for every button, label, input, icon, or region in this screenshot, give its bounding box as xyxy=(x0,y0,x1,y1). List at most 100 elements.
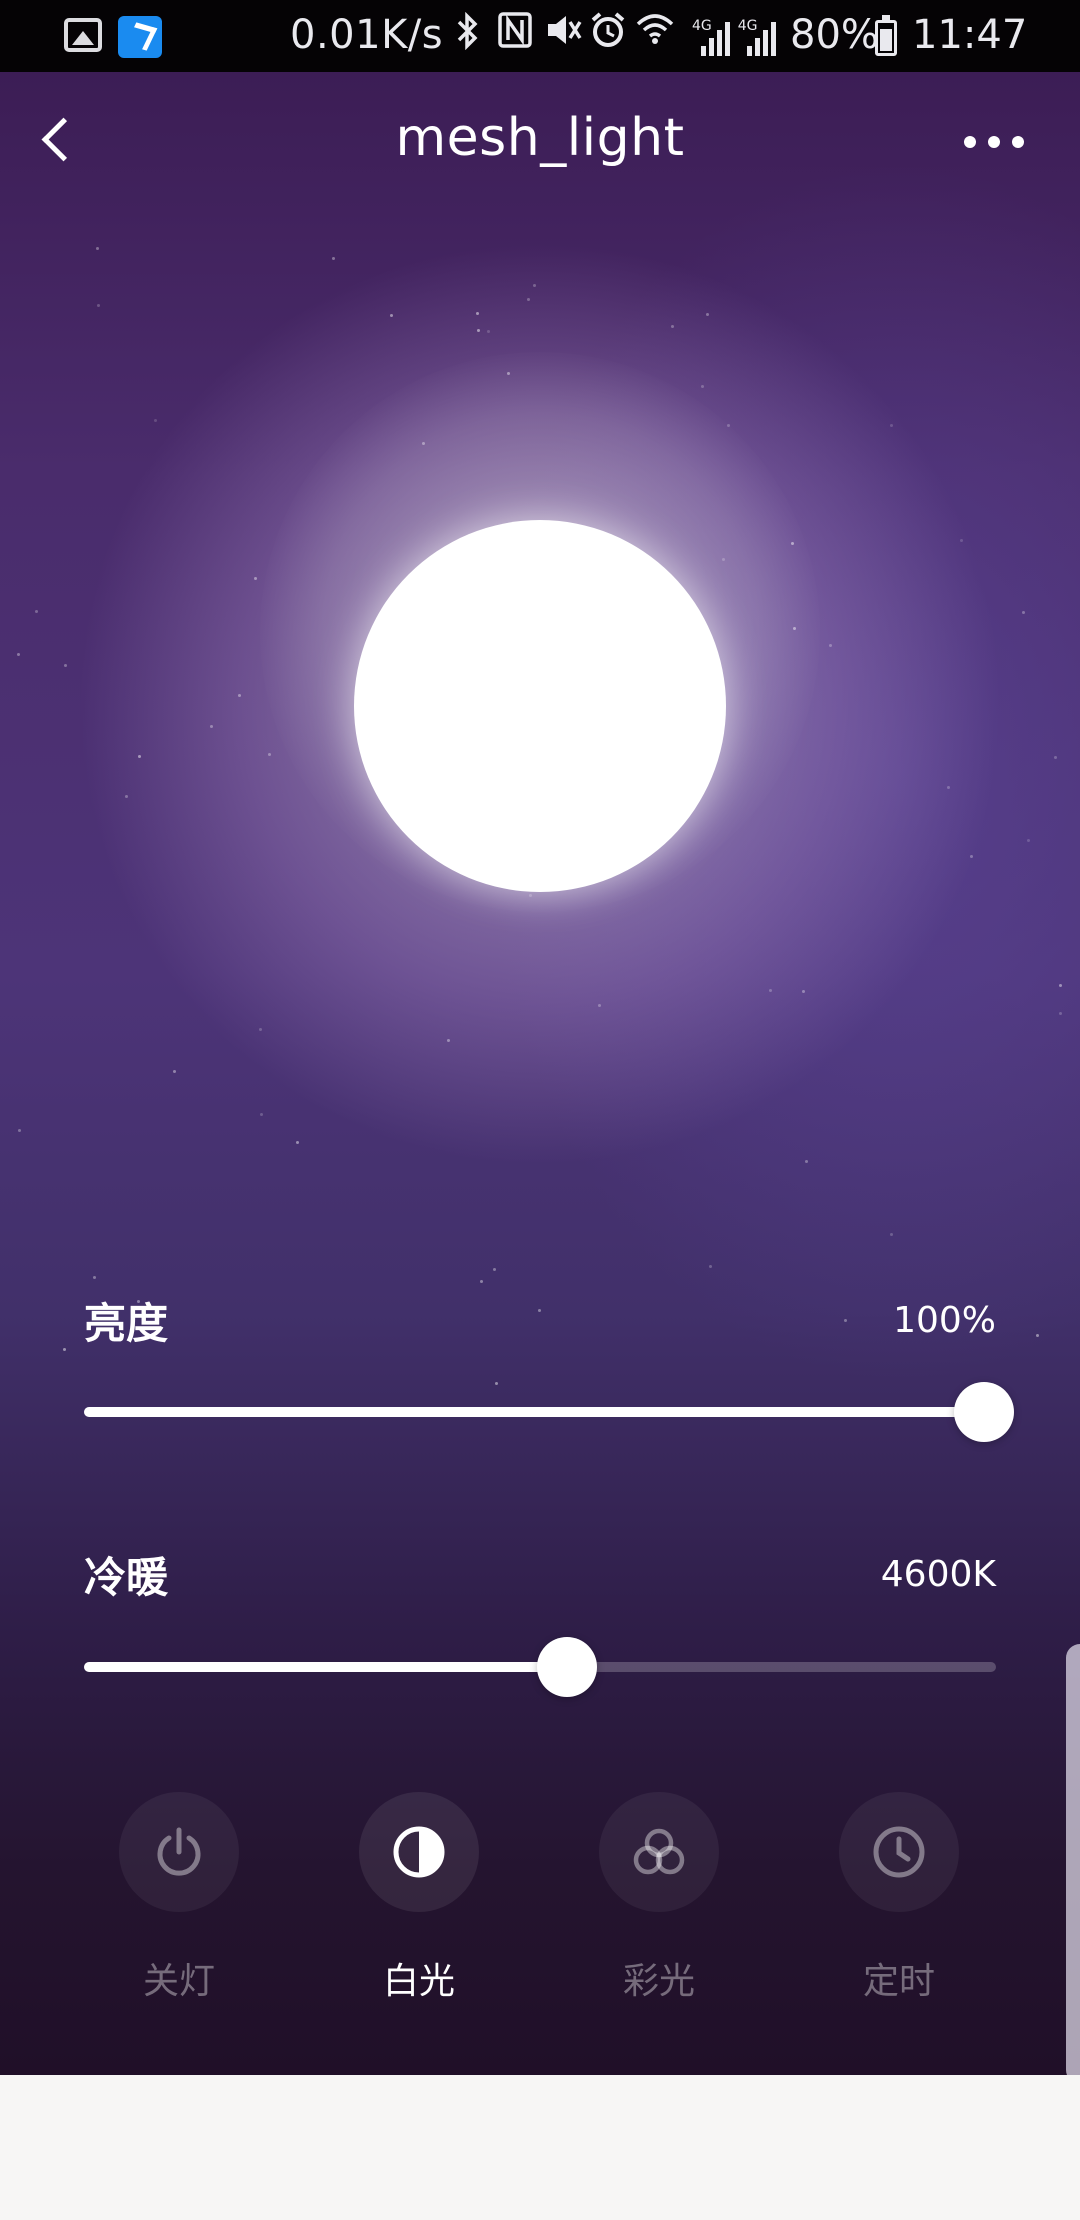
mode-color-label: 彩光 xyxy=(622,1961,695,2002)
star-dot xyxy=(332,257,335,260)
star-dot xyxy=(296,1141,299,1144)
star-dot xyxy=(125,795,128,798)
star-dot xyxy=(154,419,157,422)
mode-color-button[interactable]: 彩光 xyxy=(559,1792,759,2042)
star-dot xyxy=(1059,984,1062,987)
star-dot xyxy=(63,1348,66,1351)
network-speed: 0.01K/s xyxy=(290,12,444,58)
mode-timer-label: 定时 xyxy=(862,1961,935,2002)
star-dot xyxy=(17,653,20,656)
brightness-label: 亮度 xyxy=(84,1299,169,1348)
star-dot xyxy=(671,325,674,328)
star-dot xyxy=(701,385,704,388)
star-dot xyxy=(890,1233,893,1236)
color-temp-label: 冷暖 xyxy=(84,1553,169,1602)
star-dot xyxy=(210,725,213,728)
star-dot xyxy=(260,1113,263,1116)
star-dot xyxy=(35,610,38,613)
star-dot xyxy=(477,329,480,332)
star-dot xyxy=(1022,611,1025,614)
network-type-label: 4G xyxy=(692,18,712,34)
star-dot xyxy=(1054,756,1057,759)
brightness-slider-thumb[interactable] xyxy=(954,1382,1014,1442)
network-type-label: 4G xyxy=(737,18,758,34)
signal-icon: 4G xyxy=(692,18,730,56)
star-dot xyxy=(538,1309,541,1312)
star-dot xyxy=(480,1280,483,1283)
star-dot xyxy=(829,644,832,647)
light-bulb-preview xyxy=(354,520,726,892)
brightness-slider[interactable] xyxy=(84,1382,1014,1442)
star-dot xyxy=(844,1319,847,1322)
star-dot xyxy=(476,312,479,315)
signal-indicators: 4G 4G xyxy=(692,14,776,56)
status-bar: 0.01K/s 4G 4G 80% 11:47 xyxy=(0,0,1080,72)
star-dot xyxy=(18,1129,21,1132)
mode-off-button[interactable]: 关灯 xyxy=(79,1792,279,2042)
more-options-button[interactable] xyxy=(964,130,1036,154)
more-horizontal-icon xyxy=(964,136,976,148)
mode-timer-button[interactable]: 定时 xyxy=(799,1792,999,2042)
page-title: mesh_light xyxy=(395,108,685,168)
battery-icon xyxy=(875,15,897,56)
color-circles-icon xyxy=(599,1792,719,1912)
star-dot xyxy=(238,694,241,697)
star-dot xyxy=(268,753,271,756)
star-dot xyxy=(254,577,257,580)
star-dot xyxy=(1036,1334,1039,1337)
clock-time: 11:47 xyxy=(912,12,1028,58)
side-panel-handle[interactable] xyxy=(1066,1644,1080,2084)
screen: 0.01K/s 4G 4G 80% 11:47 mesh_light 亮度 10… xyxy=(0,0,1080,2220)
app-header: mesh_light xyxy=(0,72,1080,212)
color-temp-slider-thumb[interactable] xyxy=(537,1637,597,1697)
star-dot xyxy=(709,1265,712,1268)
mode-off-label: 关灯 xyxy=(142,1961,215,2002)
star-dot xyxy=(173,1070,176,1073)
color-temp-value: 4600K xyxy=(880,1554,996,1595)
system-icons xyxy=(452,11,674,59)
star-dot xyxy=(96,247,99,250)
power-icon xyxy=(119,1792,239,1912)
star-dot xyxy=(802,990,805,993)
star-dot xyxy=(93,1276,96,1279)
star-dot xyxy=(805,1160,808,1163)
star-dot xyxy=(1059,1012,1062,1015)
signal-icon: 4G xyxy=(738,18,776,56)
mute-icon xyxy=(544,12,582,59)
wifi-icon xyxy=(636,12,674,59)
star-dot xyxy=(447,1039,450,1042)
battery-percent: 80% xyxy=(790,12,879,58)
star-dot xyxy=(487,330,490,333)
star-dot xyxy=(769,989,772,992)
mode-bar: 关灯 白光 彩光 定时 xyxy=(0,1792,1080,2052)
star-dot xyxy=(947,786,950,789)
star-dot xyxy=(706,313,709,316)
light-control-panel: mesh_light 亮度 100% 冷暖 4600K 关灯 白光 彩光 定时 xyxy=(0,72,1080,2084)
bluetooth-icon xyxy=(452,11,484,59)
star-dot xyxy=(533,284,536,287)
brightness-value: 100% xyxy=(893,1300,996,1341)
star-dot xyxy=(960,539,963,542)
star-dot xyxy=(890,424,893,427)
mode-white-button[interactable]: 白光 xyxy=(319,1792,519,2042)
color-temp-slider[interactable] xyxy=(84,1637,996,1697)
app-notification-icon xyxy=(118,16,162,58)
star-dot xyxy=(64,664,67,667)
bottom-blank-area xyxy=(0,2075,1080,2220)
star-dot xyxy=(259,1028,262,1031)
alarm-icon xyxy=(590,12,625,59)
mode-white-label: 白光 xyxy=(382,1961,455,2002)
star-dot xyxy=(527,298,530,301)
color-temp-slider-fill xyxy=(84,1662,567,1672)
star-dot xyxy=(970,855,973,858)
half-circle-icon xyxy=(359,1792,479,1912)
star-dot xyxy=(138,755,141,758)
star-dot xyxy=(390,314,393,317)
star-dot xyxy=(97,304,100,307)
brightness-slider-fill xyxy=(84,1407,996,1417)
nfc-icon xyxy=(498,12,532,59)
gallery-icon xyxy=(64,18,102,52)
star-dot xyxy=(495,1382,498,1385)
star-dot xyxy=(598,1004,601,1007)
star-dot xyxy=(493,1268,496,1271)
